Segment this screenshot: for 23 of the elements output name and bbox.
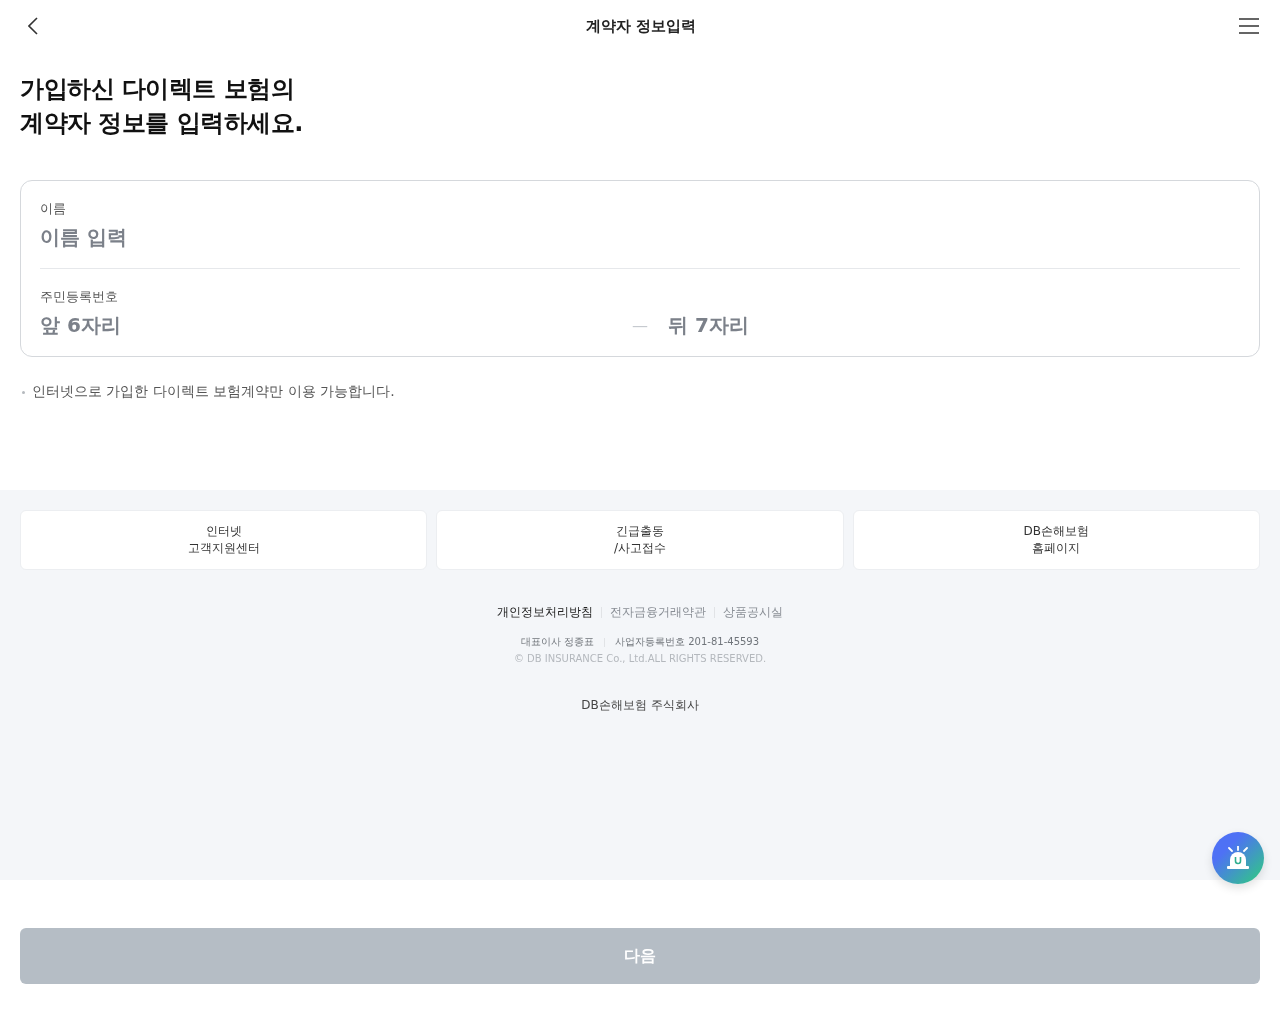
input-field[interactable]: 뒤 7자리 (668, 310, 1240, 340)
siren-icon (1225, 846, 1251, 870)
company-name: DB손해보험 주식회사 (581, 697, 699, 714)
bullet-dot-icon (22, 390, 25, 394)
shortcut-button[interactable]: DB손해보험 홈페이지 (852, 510, 1260, 570)
company-info-text: 사업자등록번호 201-81-45593 (615, 635, 760, 649)
page-heading: 가입하신 다이렉트 보험의 계약자 정보를 입력하세요. (20, 74, 304, 139)
note-text: 인터넷으로 가입한 다이렉트 보험계약만 이용 가능합니다. (32, 383, 395, 401)
footer-link[interactable]: 개인정보처리방침 (497, 604, 593, 621)
input-field[interactable]: 앞 6자리 (40, 310, 632, 340)
company-info-text: 대표이사 정종표 (520, 635, 595, 649)
back-icon (28, 17, 38, 35)
shortcut-button[interactable]: 인터넷 고객지원센터 (20, 510, 428, 570)
dash-separator: — (632, 315, 648, 335)
field-label: 이름 (40, 200, 67, 218)
input-field[interactable]: 이름 입력 (40, 222, 1240, 252)
shortcut-button[interactable]: 긴급출동 /사고접수 (436, 510, 844, 570)
copyright-text: © DB INSURANCE Co., Ltd.ALL RIGHTS RESERVED. (513, 653, 767, 664)
menu-icon (1239, 18, 1259, 34)
field-label: 주민등록번호 (40, 288, 119, 306)
page-title: 계약자 정보입력 (585, 16, 697, 36)
menu-button[interactable] (1238, 15, 1260, 37)
alert-button[interactable] (1212, 832, 1264, 884)
